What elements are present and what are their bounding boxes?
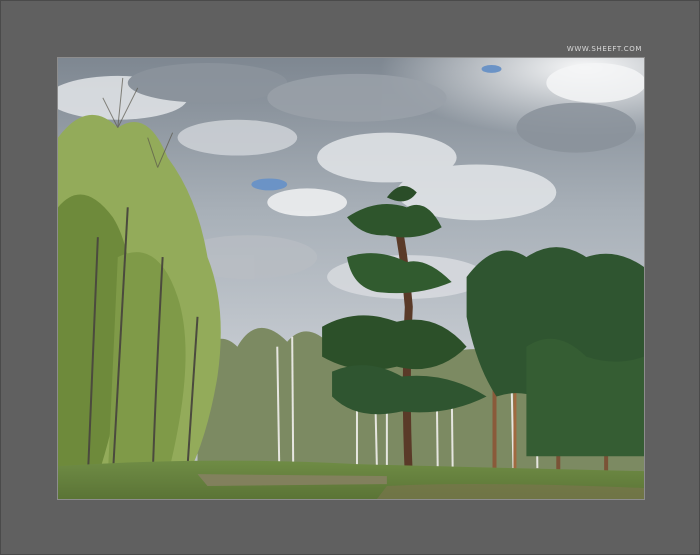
right-pine-stand <box>466 247 644 472</box>
landscape-scene <box>58 58 644 499</box>
concrete-slab <box>197 474 387 487</box>
image-frame <box>0 0 700 555</box>
watermark-text: WWW.SHEEFT.COM <box>566 45 642 53</box>
blue-sky-patch <box>251 178 288 191</box>
landscape-photo <box>57 57 645 500</box>
